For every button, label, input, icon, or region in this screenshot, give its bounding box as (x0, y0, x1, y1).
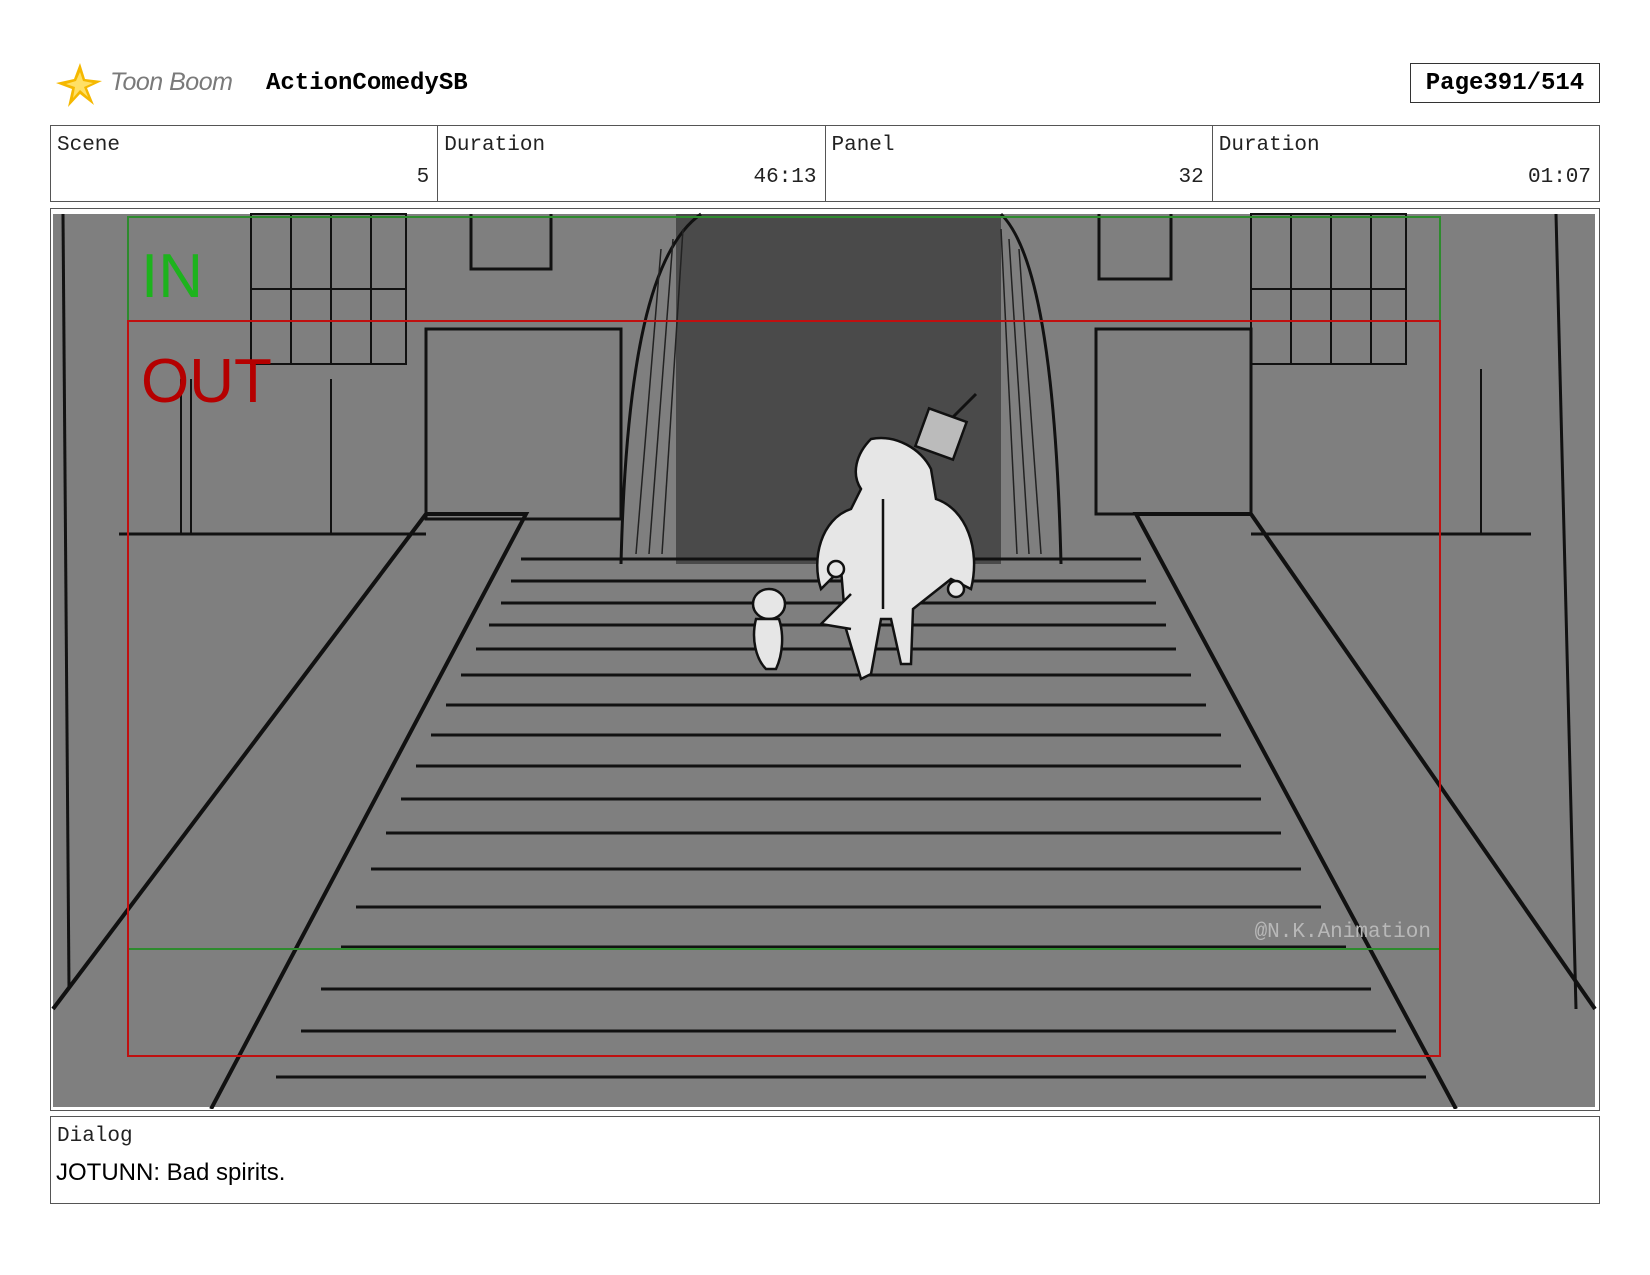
out-label: OUT (141, 347, 272, 416)
panel-value: 32 (1178, 166, 1204, 189)
page-label: Page (1425, 69, 1484, 97)
in-label: IN (141, 242, 203, 311)
scene-duration-label: Duration (444, 134, 546, 157)
watermark: @N.K.Animation (1255, 921, 1431, 944)
panel-cell: Panel 32 (826, 126, 1213, 201)
dialog-box: Dialog JOTUNN: Bad spirits. (50, 1116, 1600, 1204)
dialog-label: Dialog (57, 1125, 133, 1148)
scene-duration-cell: Duration 46:13 (438, 126, 826, 201)
scene-duration-value: 46:13 (753, 166, 817, 189)
scene-label: Scene (57, 134, 121, 157)
page-indicator: Page 391/514 (1410, 63, 1600, 103)
panel-drawing: IN OUT @N.K.Animation (51, 212, 1597, 1109)
project-title: ActionComedySB (266, 70, 468, 97)
panel-duration-value: 01:07 (1527, 166, 1591, 189)
panel-duration-cell: Duration 01:07 (1213, 126, 1599, 201)
brand-name: Toon Boom (110, 68, 233, 96)
scene-cell: Scene 5 (51, 126, 439, 201)
dialog-text: JOTUNN: Bad spirits. (56, 1159, 286, 1186)
panel-info-row: Scene 5 Duration 46:13 Panel 32 Duration… (50, 125, 1600, 202)
small-character (751, 587, 787, 671)
scene-value: 5 (416, 166, 430, 189)
panel-duration-label: Duration (1218, 134, 1320, 157)
page-number: 391/514 (1483, 69, 1585, 97)
storyboard-panel: IN OUT @N.K.Animation (50, 208, 1600, 1111)
panel-label: Panel (831, 134, 895, 157)
